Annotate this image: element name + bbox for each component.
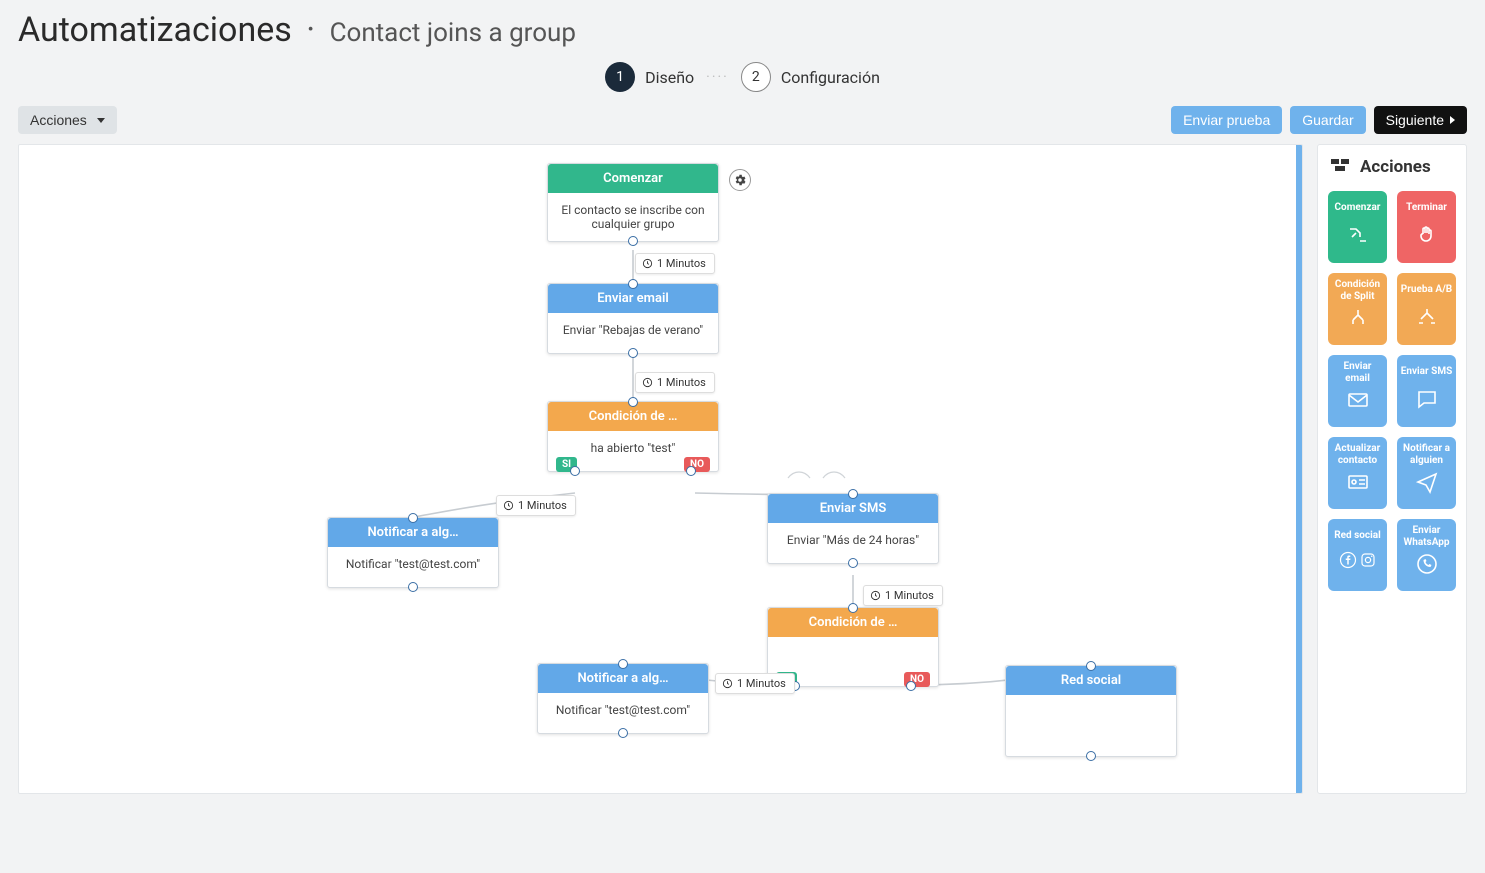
port-no[interactable]	[686, 466, 696, 476]
node-notify[interactable]: Notificar a alg… Notificar "test@test.co…	[327, 517, 499, 588]
envelope-icon	[1346, 388, 1370, 412]
id-card-icon	[1346, 470, 1370, 494]
actions-dropdown[interactable]: Acciones	[18, 106, 117, 134]
action-palette: Acciones Comenzar Terminar Condición de …	[1317, 144, 1467, 794]
port-in[interactable]	[408, 513, 418, 523]
next-button[interactable]: Siguiente	[1374, 106, 1467, 134]
split-icon	[1346, 306, 1370, 330]
delay-label: 1 Minutos	[657, 376, 706, 389]
delay-badge[interactable]: 1 Minutos	[496, 495, 576, 516]
node-body: Enviar "Más de 24 horas"	[768, 523, 938, 563]
port-yes[interactable]	[570, 466, 580, 476]
palette-item-abtest[interactable]: Prueba A/B	[1397, 273, 1456, 345]
clock-icon	[503, 500, 514, 511]
chevron-right-icon	[1450, 116, 1455, 124]
port-in[interactable]	[628, 279, 638, 289]
send-test-button[interactable]: Enviar prueba	[1171, 106, 1282, 134]
page-title-sub: Contact joins a group	[330, 18, 576, 48]
delay-label: 1 Minutos	[518, 499, 567, 512]
blocks-icon	[1328, 155, 1352, 179]
stepper: 1 Diseño ···· 2 Configuración	[18, 62, 1467, 92]
node-body: El contacto se inscribe con cualquier gr…	[548, 193, 718, 241]
next-label: Siguiente	[1386, 112, 1444, 128]
clock-icon	[642, 258, 653, 269]
node-send-sms[interactable]: Enviar SMS Enviar "Más de 24 horas"	[767, 493, 939, 564]
node-body	[768, 637, 938, 677]
node-header: Comenzar	[548, 164, 718, 193]
node-send-email[interactable]: Enviar email Enviar "Rebajas de verano"	[547, 283, 719, 354]
palette-item-notify[interactable]: Notificar a alguien	[1397, 437, 1456, 509]
step-dots: ····	[706, 69, 729, 85]
palette-item-sms[interactable]: Enviar SMS	[1397, 355, 1456, 427]
palette-title: Acciones	[1360, 157, 1431, 177]
palette-item-start[interactable]: Comenzar	[1328, 191, 1387, 263]
node-settings-button[interactable]	[729, 169, 751, 191]
node-notify[interactable]: Notificar a alg… Notificar "test@test.co…	[537, 663, 709, 734]
stop-hand-icon	[1415, 223, 1439, 247]
port-out[interactable]	[848, 558, 858, 568]
clock-icon	[722, 678, 733, 689]
toolbar: Acciones Enviar prueba Guardar Siguiente	[18, 106, 1467, 134]
step-design[interactable]: 1 Diseño	[605, 62, 694, 92]
port-in[interactable]	[618, 659, 628, 669]
caret-down-icon	[97, 118, 105, 123]
page-title: Automatizaciones · Contact joins a group	[18, 10, 1467, 50]
palette-item-end[interactable]: Terminar	[1397, 191, 1456, 263]
separator-dot: ·	[306, 10, 315, 50]
workspace: Comenzar El contacto se inscribe con cua…	[18, 144, 1467, 794]
delay-label: 1 Minutos	[657, 257, 706, 270]
node-social[interactable]: Red social	[1005, 665, 1177, 757]
delay-badge[interactable]: 1 Minutos	[863, 585, 943, 606]
port-out[interactable]	[408, 582, 418, 592]
delay-badge[interactable]: 1 Minutos	[635, 253, 715, 274]
step-label: Configuración	[781, 68, 880, 87]
delay-label: 1 Minutos	[885, 589, 934, 602]
step-label: Diseño	[645, 68, 694, 87]
page-title-main: Automatizaciones	[18, 10, 292, 50]
palette-item-whatsapp[interactable]: Enviar WhatsApp	[1397, 519, 1456, 591]
step-config[interactable]: 2 Configuración	[741, 62, 880, 92]
node-condition-split[interactable]: Condición de … ha abierto "test" SI NO	[547, 401, 719, 472]
port-no[interactable]	[906, 681, 916, 691]
port-out[interactable]	[618, 728, 628, 738]
port-out[interactable]	[1086, 751, 1096, 761]
flow-start-icon	[1346, 223, 1370, 247]
palette-item-condition[interactable]: Condición de Split	[1328, 273, 1387, 345]
node-body: Notificar "test@test.com"	[328, 547, 498, 587]
clock-icon	[870, 590, 881, 601]
step-number: 2	[741, 62, 771, 92]
paper-plane-icon	[1415, 470, 1439, 494]
node-start[interactable]: Comenzar El contacto se inscribe con cua…	[547, 163, 719, 242]
actions-label: Acciones	[30, 112, 87, 128]
delay-badge[interactable]: 1 Minutos	[715, 673, 795, 694]
port-out[interactable]	[628, 348, 638, 358]
instagram-icon	[1359, 551, 1377, 569]
port-in[interactable]	[628, 397, 638, 407]
delay-label: 1 Minutos	[737, 677, 786, 690]
clock-icon	[642, 377, 653, 388]
node-body: Notificar "test@test.com"	[538, 693, 708, 733]
port-in[interactable]	[1086, 661, 1096, 671]
port-in[interactable]	[848, 489, 858, 499]
whatsapp-icon	[1415, 552, 1439, 576]
palette-item-email[interactable]: Enviar email	[1328, 355, 1387, 427]
port-out[interactable]	[628, 236, 638, 246]
flow-canvas[interactable]: Comenzar El contacto se inscribe con cua…	[18, 144, 1303, 794]
node-body: Enviar "Rebajas de verano"	[548, 313, 718, 353]
palette-item-social[interactable]: Red social	[1328, 519, 1387, 591]
node-body	[1006, 695, 1176, 735]
gear-icon	[733, 173, 747, 187]
palette-item-update-contact[interactable]: Actualizar contacto	[1328, 437, 1387, 509]
step-number: 1	[605, 62, 635, 92]
save-button[interactable]: Guardar	[1290, 106, 1365, 134]
chat-icon	[1415, 387, 1439, 411]
delay-badge[interactable]: 1 Minutos	[635, 372, 715, 393]
port-in[interactable]	[848, 603, 858, 613]
facebook-icon	[1339, 551, 1357, 569]
ab-test-icon	[1415, 305, 1439, 329]
palette-header: Acciones	[1328, 155, 1456, 179]
